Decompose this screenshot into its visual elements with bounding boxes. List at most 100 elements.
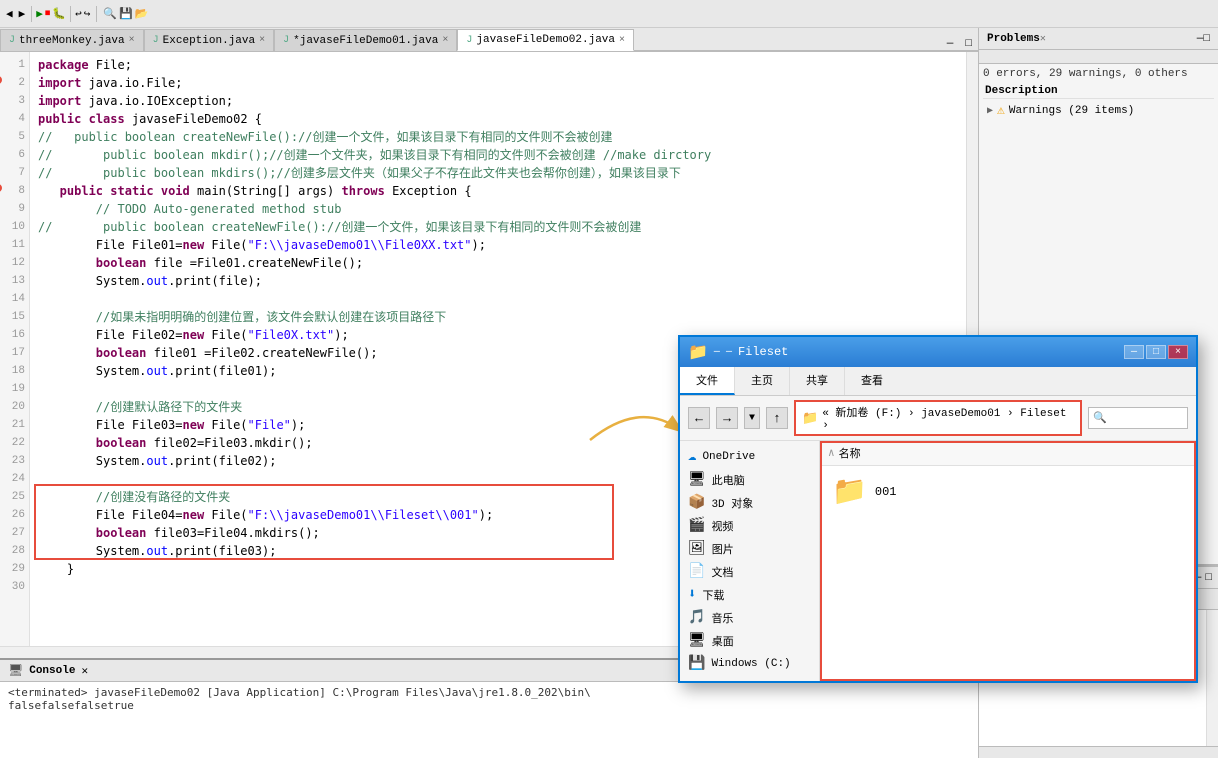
fe-column-header: ∧ 名称 xyxy=(820,441,1196,466)
line-num-10: 10 xyxy=(4,218,25,236)
docs-icon: 📄 xyxy=(688,563,705,580)
pictures-label: 图片 xyxy=(712,541,734,557)
tab-filedemo02[interactable]: J javaseFileDemo02.java × xyxy=(457,29,634,51)
problems-warnings-item[interactable]: ▶ ⚠ Warnings (29 items) xyxy=(983,101,1214,120)
line-num-7: 7 xyxy=(4,164,25,182)
tab-close-filedemo02[interactable]: × xyxy=(619,35,625,46)
right-bottom-scrollbar xyxy=(979,746,1218,758)
pictures-icon: 🖼 xyxy=(688,540,706,557)
fe-nav-up[interactable]: ↑ xyxy=(766,407,788,429)
fe-col-name-up: ∧ xyxy=(828,446,835,460)
tab-close-exception[interactable]: × xyxy=(259,35,265,46)
fe-address-bar: ← → ▼ ↑ 📁 « 新加卷 (F:) › javaseDemo01 › Fi… xyxy=(680,396,1196,441)
fe-main-content: ☁ OneDrive 🖥 此电脑 📦 3D 对象 🎬 视频 🖼 图片 xyxy=(680,441,1196,681)
fe-sidebar-pictures[interactable]: 🖼 图片 xyxy=(680,537,819,560)
javadoc-scrollbar[interactable] xyxy=(1206,610,1218,746)
downloads-icon: ⬇ xyxy=(688,586,696,603)
line-num-19: 19 xyxy=(4,380,25,398)
code-line-3: import java.io.IOException; xyxy=(38,92,958,110)
fe-minimize-btn[interactable]: — xyxy=(1124,345,1144,359)
fe-sidebar-video[interactable]: 🎬 视频 xyxy=(680,514,819,537)
code-line-1: package File; xyxy=(38,56,958,74)
tab-label-filedemo02: javaseFileDemo02.java xyxy=(476,34,615,46)
tab-bar: J threeMonkey.java × J Exception.java × … xyxy=(0,28,978,52)
tab-close-threemonkey[interactable]: × xyxy=(129,35,135,46)
problems-description-row: Description xyxy=(983,84,1214,99)
docs-label: 文档 xyxy=(711,564,733,580)
toolbar-debug-icon[interactable]: 🐛 xyxy=(52,7,66,21)
line-num-11: 11 xyxy=(4,236,25,254)
code-line-13: System.out.print(file); xyxy=(38,272,958,290)
downloads-label: 下载 xyxy=(702,587,724,603)
fe-file-area: ∧ 名称 📁 001 xyxy=(820,441,1196,681)
fe-nav-forward[interactable]: → xyxy=(716,407,738,429)
fe-sidebar-onedrive[interactable]: ☁ OneDrive xyxy=(680,445,819,468)
problems-maximize-icon[interactable]: □ xyxy=(1203,33,1210,45)
toolbar-icon-1[interactable]: ◀ xyxy=(4,7,15,21)
tab-maximize-button[interactable]: □ xyxy=(959,38,978,51)
code-line-14 xyxy=(38,290,958,308)
folder-001-icon: 📁 xyxy=(832,474,867,509)
tab-close-filedemo01[interactable]: × xyxy=(442,35,448,46)
tab-label-threemonkey: threeMonkey.java xyxy=(19,35,125,47)
3d-icon: 📦 xyxy=(688,494,705,511)
tab-filedemo01[interactable]: J *javaseFileDemo01.java × xyxy=(274,29,457,51)
fe-sidebar-3d[interactable]: 📦 3D 对象 xyxy=(680,491,819,514)
toolbar-icon-2[interactable]: ▶ xyxy=(17,7,28,21)
fe-sidebar-desktop[interactable]: 🖥 桌面 xyxy=(680,629,819,652)
fe-close-btn[interactable]: × xyxy=(1168,345,1188,359)
fe-tab-home[interactable]: 主页 xyxy=(735,367,790,395)
fe-tab-view[interactable]: 查看 xyxy=(845,367,899,395)
problems-minimize-icon[interactable]: — xyxy=(1197,33,1204,45)
fe-sidebar-downloads[interactable]: ⬇ 下载 xyxy=(680,583,819,606)
fe-address-path[interactable]: 📁 « 新加卷 (F:) › javaseDemo01 › Fileset › xyxy=(794,400,1082,436)
line-num-17: 17 xyxy=(4,344,25,362)
fe-sidebar-music[interactable]: 🎵 音乐 xyxy=(680,606,819,629)
tab-threemonkey[interactable]: J threeMonkey.java × xyxy=(0,29,144,51)
toolbar-run-icon[interactable]: ▶ xyxy=(36,7,43,21)
fe-tab-file[interactable]: 文件 xyxy=(680,367,735,395)
tab-minimize-button[interactable]: — xyxy=(941,38,960,51)
code-line-15: //如果未指明明确的创建位置，该文件会默认创建在该项目路径下 xyxy=(38,308,958,326)
line-num-1: 1 xyxy=(4,56,25,74)
desktop-label: 桌面 xyxy=(712,633,734,649)
tab-icon-filedemo02: J xyxy=(466,35,472,46)
fe-title-controls: — □ × xyxy=(1124,345,1188,359)
line-num-27: 27 xyxy=(4,524,25,542)
toolbar-stop-icon[interactable]: ⏹ xyxy=(45,8,51,20)
fe-path-text: « 新加卷 (F:) › javaseDemo01 › Fileset › xyxy=(822,404,1074,432)
toolbar-search-icon[interactable]: 🔍 xyxy=(103,7,117,21)
tab-icon-exception: J xyxy=(153,35,159,46)
tab-exception[interactable]: J Exception.java × xyxy=(144,29,274,51)
fe-tab-share[interactable]: 共享 xyxy=(790,367,845,395)
warning-triangle-icon: ⚠ xyxy=(997,103,1005,118)
line-num-14: 14 xyxy=(4,290,25,308)
fe-nav-dropdown[interactable]: ▼ xyxy=(744,407,760,429)
line-num-5: 5 xyxy=(4,128,25,146)
console-monitor-icon: 🖥 xyxy=(8,663,23,678)
console-title-label: Console xyxy=(29,665,75,677)
fe-sidebar-docs[interactable]: 📄 文档 xyxy=(680,560,819,583)
toolbar-open-icon[interactable]: 📂 xyxy=(135,7,149,21)
fe-nav-back[interactable]: ← xyxy=(688,407,710,429)
code-line-5: // public boolean createNewFile()://创建一个… xyxy=(38,128,958,146)
fe-col-name-label[interactable]: 名称 xyxy=(839,445,861,461)
fe-sidebar-thispc[interactable]: 🖥 此电脑 xyxy=(680,468,819,491)
fe-folder-001[interactable]: 📁 001 xyxy=(820,466,1196,517)
fe-sidebar-windows[interactable]: 💾 Windows (C:) xyxy=(680,652,819,675)
file-explorer: 📁 — — Fileset — □ × 文件 主页 共享 查看 ← → ▼ ↑ … xyxy=(678,335,1198,683)
fe-restore-btn[interactable]: □ xyxy=(1146,345,1166,359)
toolbar-step-icon[interactable]: ↩ xyxy=(75,7,82,21)
problems-scrollbar-top xyxy=(979,50,1218,64)
fe-search-box[interactable]: 🔍 xyxy=(1088,407,1188,429)
line-num-21: 21 xyxy=(4,416,25,434)
tab-label-filedemo01: *javaseFileDemo01.java xyxy=(293,35,438,47)
windows-icon: 💾 xyxy=(688,655,705,672)
javadoc-maximize-icon[interactable]: □ xyxy=(1205,572,1212,584)
code-line-2: import java.io.File; xyxy=(38,74,958,92)
toolbar-step2-icon[interactable]: ↪ xyxy=(84,7,91,21)
toolbar-save-icon[interactable]: 💾 xyxy=(119,7,133,21)
video-icon: 🎬 xyxy=(688,517,705,534)
3d-label: 3D 对象 xyxy=(711,495,753,511)
problems-count-label: 0 errors, 29 warnings, 0 others xyxy=(983,68,1214,80)
